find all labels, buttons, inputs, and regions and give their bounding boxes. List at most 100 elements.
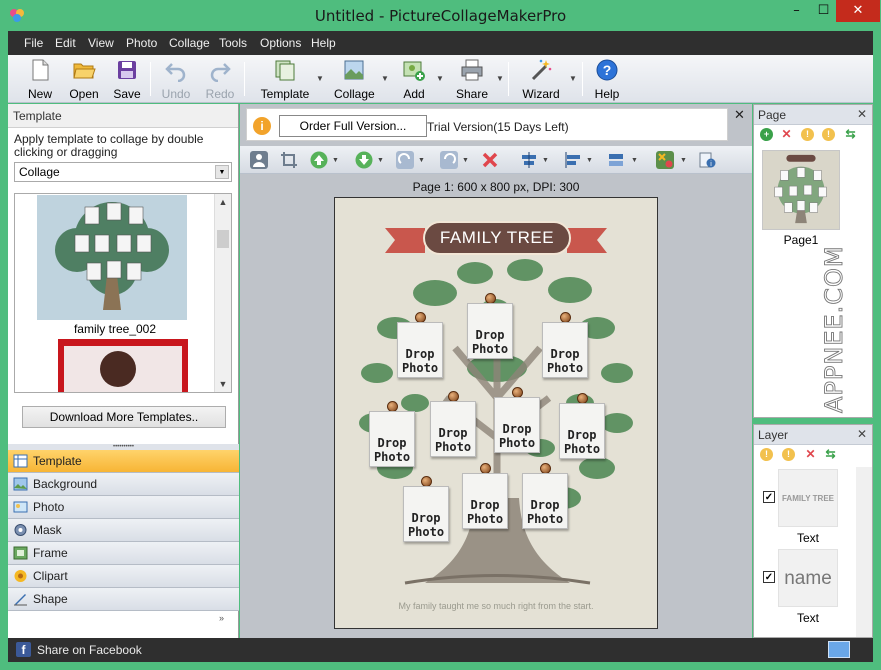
photo-slot[interactable]: Drop Photo [467, 303, 513, 359]
photo-slot[interactable]: Drop Photo [462, 473, 508, 529]
move-up-dropdown-icon[interactable]: ▼ [332, 157, 339, 164]
photo-slot[interactable]: Drop Photo [403, 486, 449, 542]
align-left-icon[interactable] [564, 151, 582, 169]
move-down-dropdown-icon[interactable]: ▼ [377, 157, 384, 164]
maximize-button[interactable]: ☐ [810, 0, 837, 22]
minimize-button[interactable]: – [783, 0, 810, 22]
share-dropdown-arrow-icon[interactable]: ▼ [496, 74, 504, 83]
redo-button[interactable]: Redo [204, 58, 236, 102]
distribute-dropdown-icon[interactable]: ▼ [631, 157, 638, 164]
close-notice-icon[interactable]: ✕ [734, 108, 745, 123]
facebook-icon[interactable]: f [16, 642, 31, 657]
family-tree-banner[interactable]: FAMILY TREE [423, 221, 571, 255]
tab-frame[interactable]: Frame [8, 542, 239, 565]
close-window-button[interactable]: ✕ [836, 0, 880, 22]
scroll-up-icon[interactable]: ▲ [215, 194, 231, 210]
crop-icon[interactable] [280, 151, 298, 169]
tab-clipart[interactable]: Clipart [8, 565, 239, 588]
menu-collage[interactable]: Collage [169, 36, 210, 50]
menu-help[interactable]: Help [311, 36, 336, 50]
close-layer-panel-icon[interactable]: ✕ [857, 427, 867, 441]
tab-mask[interactable]: Mask [8, 519, 239, 542]
rotate-left-icon[interactable] [440, 151, 458, 169]
tab-shape[interactable]: Shape [8, 588, 239, 611]
close-page-panel-icon[interactable]: ✕ [857, 107, 867, 121]
add-dropdown-arrow-icon[interactable]: ▼ [436, 74, 444, 83]
order-full-version-button[interactable]: Order Full Version... [279, 115, 427, 137]
photo-effects-dropdown-icon[interactable]: ▼ [680, 157, 687, 164]
tab-photo[interactable]: Photo [8, 496, 239, 519]
delete-layer-icon[interactable]: ✕ [804, 448, 817, 461]
properties-icon[interactable]: i [698, 151, 716, 169]
chat-icon[interactable] [828, 641, 850, 658]
refresh-pages-icon[interactable]: ⇆ [844, 128, 857, 141]
layer-visible-checkbox[interactable]: ✓ [763, 571, 775, 583]
rotate-right-icon[interactable] [396, 151, 414, 169]
download-more-templates-button[interactable]: Download More Templates.. [22, 406, 226, 428]
rotate-left-dropdown-icon[interactable]: ▼ [462, 157, 469, 164]
open-button[interactable]: Open [66, 58, 102, 102]
undo-button[interactable]: Undo [160, 58, 192, 102]
move-down-icon[interactable] [355, 151, 373, 169]
layer-visible-checkbox[interactable]: ✓ [763, 491, 775, 503]
delete-icon[interactable] [481, 151, 499, 169]
wizard-button[interactable]: Wizard [520, 58, 562, 102]
help-button[interactable]: ? Help [592, 58, 622, 102]
scrollbar-thumb[interactable] [217, 230, 229, 248]
photo-slot[interactable]: Drop Photo [397, 322, 443, 378]
move-page-down-icon[interactable]: ! [822, 128, 835, 141]
delete-page-icon[interactable]: ✕ [780, 128, 793, 141]
menu-view[interactable]: View [88, 36, 114, 50]
collage-button[interactable]: Collage [334, 58, 375, 102]
photo-slot[interactable]: Drop Photo [542, 322, 588, 378]
align-left-dropdown-icon[interactable]: ▼ [586, 157, 593, 164]
add-page-icon[interactable]: + [760, 128, 773, 141]
collage-dropdown-arrow-icon[interactable]: ▼ [381, 74, 389, 83]
save-button[interactable]: Save [111, 58, 143, 102]
menu-bar: File Edit View Photo Collage Tools Optio… [8, 31, 873, 55]
template-thumbnail-family-tree[interactable] [37, 195, 187, 320]
photo-slot[interactable]: Drop Photo [369, 411, 415, 467]
photo-slot[interactable]: Drop Photo [522, 473, 568, 529]
wizard-dropdown-arrow-icon[interactable]: ▼ [569, 74, 577, 83]
refresh-layers-icon[interactable]: ⇆ [824, 448, 837, 461]
person-silhouette-icon[interactable] [250, 151, 268, 169]
tab-background[interactable]: Background [8, 473, 239, 496]
add-button[interactable]: Add [399, 58, 429, 102]
menu-file[interactable]: File [24, 36, 43, 50]
scroll-down-icon[interactable]: ▼ [215, 376, 231, 392]
photo-effects-icon[interactable] [656, 151, 674, 169]
menu-options[interactable]: Options [260, 36, 301, 50]
chevron-down-icon[interactable]: ▼ [215, 165, 229, 179]
layer-list-scrollbar[interactable] [856, 467, 872, 637]
template-panel-header: Template [8, 104, 238, 128]
photo-slot[interactable]: Drop Photo [494, 397, 540, 453]
new-button[interactable]: New [24, 58, 56, 102]
photo-slot[interactable]: Drop Photo [559, 403, 605, 459]
menu-photo[interactable]: Photo [126, 36, 157, 50]
template-dropdown-arrow-icon[interactable]: ▼ [316, 74, 324, 83]
move-layer-down-icon[interactable]: ! [782, 448, 795, 461]
page-thumbnail[interactable] [762, 150, 840, 230]
move-up-icon[interactable] [310, 151, 328, 169]
move-layer-up-icon[interactable]: ! [760, 448, 773, 461]
collage-canvas[interactable]: FAMILY TREE Drop Photo Drop Photo Drop P… [334, 197, 658, 629]
tab-template[interactable]: Template [8, 450, 239, 473]
move-page-up-icon[interactable]: ! [801, 128, 814, 141]
template-category-select[interactable]: Collage ▼ [14, 162, 232, 182]
menu-tools[interactable]: Tools [219, 36, 247, 50]
photo-slot[interactable]: Drop Photo [430, 401, 476, 457]
align-center-dropdown-icon[interactable]: ▼ [542, 157, 549, 164]
share-button[interactable]: Share [455, 58, 489, 102]
more-tabs-chevron-icon[interactable]: » [219, 613, 224, 623]
share-on-facebook-link[interactable]: Share on Facebook [37, 643, 142, 657]
template-list-scrollbar[interactable]: ▲ ▼ [214, 194, 231, 392]
layer-panel: Layer ✕ ! ! ✕ ⇆ ✓ FAMILY TREE Text ✓ nam… [753, 424, 873, 638]
menu-edit[interactable]: Edit [55, 36, 76, 50]
collage-caption[interactable]: My family taught me so much right from t… [335, 601, 657, 611]
align-center-icon[interactable] [520, 151, 538, 169]
rotate-right-dropdown-icon[interactable]: ▼ [418, 157, 425, 164]
template-thumbnail-magazine[interactable] [58, 339, 188, 393]
distribute-icon[interactable] [607, 151, 625, 169]
template-button[interactable]: Template [260, 58, 310, 102]
